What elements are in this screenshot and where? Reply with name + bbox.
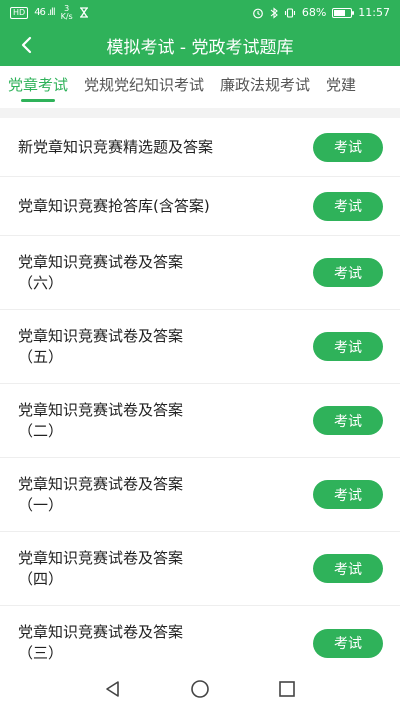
start-exam-button[interactable]: 考试 bbox=[313, 406, 383, 435]
app-bar: 模拟考试 - 党政考试题库 bbox=[0, 25, 400, 66]
tab-party-constitution[interactable]: 党章考试 bbox=[0, 66, 76, 108]
list-item-line1: 党章知识竞赛试卷及答案 bbox=[18, 326, 184, 345]
hd-badge: HD bbox=[10, 6, 29, 19]
start-exam-button[interactable]: 考试 bbox=[313, 132, 383, 162]
page-title: 模拟考试 - 党政考试题库 bbox=[106, 38, 294, 58]
nav-home-button[interactable] bbox=[180, 669, 220, 709]
list-item-title: 党章知识竞赛试卷及答案 （四） bbox=[18, 548, 183, 590]
tab-integrity-law[interactable]: 廉政法规考试 bbox=[212, 66, 318, 108]
start-exam-button[interactable]: 考试 bbox=[313, 258, 383, 287]
circle-home-icon bbox=[191, 680, 209, 698]
list-item-title: 党章知识竞赛抢答库(含答案) bbox=[18, 196, 210, 217]
alarm-icon bbox=[252, 8, 263, 18]
list-item-line2: （一） bbox=[18, 495, 64, 514]
chevron-left-icon bbox=[21, 36, 32, 54]
list-item-title: 党章知识竞赛试卷及答案 （三） bbox=[18, 622, 183, 664]
battery-fill bbox=[334, 9, 346, 16]
list-item-line2: （三） bbox=[18, 644, 64, 662]
speed-unit: K/s bbox=[60, 11, 73, 21]
list-item: 党章知识竞赛试卷及答案 （四） 考试 bbox=[0, 532, 400, 606]
list-item-title: 党章知识竞赛试卷及答案 （五） bbox=[18, 326, 183, 368]
list-item-line1: 新党章知识竞赛精选题及答案 bbox=[18, 137, 214, 156]
list-item: 党章知识竞赛试卷及答案 （一） 考试 bbox=[0, 458, 400, 532]
system-nav-bar bbox=[0, 667, 400, 711]
bluetooth-icon bbox=[270, 6, 278, 19]
list-item-title: 党章知识竞赛试卷及答案 （二） bbox=[18, 400, 183, 442]
battery-icon bbox=[332, 7, 355, 18]
list-item-line2: （五） bbox=[18, 347, 64, 366]
exam-list: 新党章知识竞赛精选题及答案 考试 党章知识竞赛抢答库(含答案) 考试 党章知识竞… bbox=[0, 118, 400, 680]
list-item-title: 党章知识竞赛试卷及答案 （六） bbox=[18, 252, 183, 294]
list-item-line1: 党章知识竞赛试卷及答案 bbox=[18, 623, 184, 641]
status-left: HD 46 .ıll 3 K/s bbox=[10, 4, 89, 21]
list-item-title: 党章知识竞赛试卷及答案 （一） bbox=[18, 474, 183, 516]
list-item-line1: 党章知识竞赛试卷及答案 bbox=[18, 252, 184, 271]
list-item: 党章知识竞赛试卷及答案 （五） 考试 bbox=[0, 310, 400, 384]
start-exam-button[interactable]: 考试 bbox=[313, 191, 383, 221]
square-recent-icon bbox=[278, 681, 295, 697]
clock: 11:57 bbox=[358, 6, 390, 19]
start-exam-button[interactable]: 考试 bbox=[313, 332, 383, 361]
list-item: 党章知识竞赛试卷及答案 （二） 考试 bbox=[0, 384, 400, 458]
battery-percent: 68% bbox=[301, 6, 327, 19]
network-speed: 3 K/s bbox=[60, 4, 73, 21]
hourglass-icon bbox=[79, 7, 88, 18]
nav-recent-button[interactable] bbox=[267, 669, 307, 709]
list-item-line1: 党章知识竞赛试卷及答案 bbox=[18, 474, 184, 493]
status-right: 68% 11:57 bbox=[252, 6, 390, 19]
list-item-line1: 党章知识竞赛试卷及答案 bbox=[18, 548, 184, 567]
tab-party-building[interactable]: 党建 bbox=[318, 66, 364, 108]
list-item-title: 新党章知识竞赛精选题及答案 bbox=[18, 137, 213, 158]
start-exam-button[interactable]: 考试 bbox=[313, 480, 383, 509]
list-item-line2: （四） bbox=[18, 569, 64, 588]
start-exam-button[interactable]: 考试 bbox=[313, 628, 383, 658]
status-bar: HD 46 .ıll 3 K/s 68% 11:57 bbox=[0, 0, 400, 25]
list-item-line1: 党章知识竞赛试卷及答案 bbox=[18, 400, 184, 419]
tab-party-rules[interactable]: 党规党纪知识考试 bbox=[76, 66, 212, 108]
list-item-line2: （二） bbox=[18, 421, 64, 440]
section-divider bbox=[0, 108, 400, 118]
start-exam-button[interactable]: 考试 bbox=[313, 554, 383, 583]
signal-icon: 46 .ıll bbox=[34, 7, 55, 18]
vibrate-icon bbox=[284, 7, 295, 18]
list-item-line1: 党章知识竞赛抢答库(含答案) bbox=[18, 196, 210, 215]
list-item: 党章知识竞赛抢答库(含答案) 考试 bbox=[0, 177, 400, 236]
back-button[interactable] bbox=[10, 29, 42, 61]
triangle-back-icon bbox=[106, 681, 120, 697]
tab-bar: 党章考试 党规党纪知识考试 廉政法规考试 党建 bbox=[0, 66, 400, 108]
list-item-line2: （六） bbox=[18, 273, 64, 292]
list-item: 新党章知识竞赛精选题及答案 考试 bbox=[0, 118, 400, 177]
nav-back-button[interactable] bbox=[93, 669, 133, 709]
list-item: 党章知识竞赛试卷及答案 （六） 考试 bbox=[0, 236, 400, 310]
